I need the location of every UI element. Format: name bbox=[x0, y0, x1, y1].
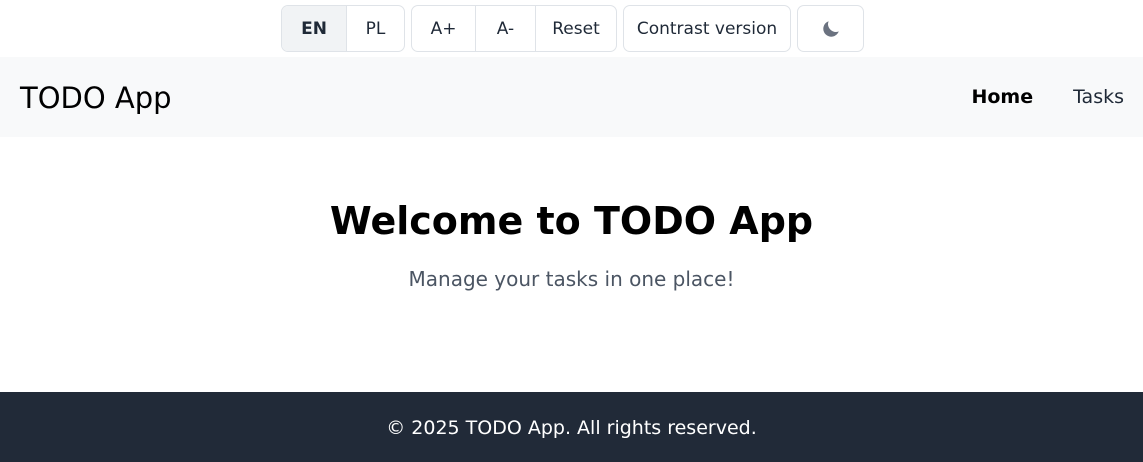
language-pl-button[interactable]: PL bbox=[346, 6, 404, 51]
page-footer: © 2025 TODO App. All rights reserved. bbox=[0, 392, 1143, 462]
nav-link-home[interactable]: Home bbox=[971, 86, 1033, 108]
font-decrease-button[interactable]: A- bbox=[475, 6, 535, 51]
page-title: Welcome to TODO App bbox=[329, 199, 814, 243]
welcome-section: Welcome to TODO App Manage your tasks in… bbox=[0, 137, 1143, 392]
page-subtitle: Manage your tasks in one place! bbox=[408, 267, 735, 291]
language-en-button[interactable]: EN bbox=[282, 6, 346, 51]
contrast-version-button[interactable]: Contrast version bbox=[624, 6, 790, 51]
theme-control bbox=[797, 5, 864, 52]
contrast-control: Contrast version bbox=[623, 5, 791, 52]
accessibility-toolbar: EN PL A+ A- Reset Contrast version bbox=[281, 5, 864, 52]
top-navbar: TODO App Home Tasks bbox=[0, 57, 1143, 137]
font-size-controls: A+ A- Reset bbox=[411, 5, 617, 52]
font-increase-button[interactable]: A+ bbox=[412, 6, 475, 51]
nav-links: Home Tasks bbox=[971, 57, 1124, 137]
language-switcher: EN PL bbox=[281, 5, 405, 52]
dark-mode-toggle-button[interactable] bbox=[798, 6, 863, 51]
copyright-text: © 2025 TODO App. All rights reserved. bbox=[386, 417, 757, 439]
app-brand[interactable]: TODO App bbox=[20, 57, 172, 137]
moon-icon bbox=[822, 20, 839, 37]
font-reset-button[interactable]: Reset bbox=[535, 6, 616, 51]
nav-link-tasks[interactable]: Tasks bbox=[1073, 86, 1124, 108]
